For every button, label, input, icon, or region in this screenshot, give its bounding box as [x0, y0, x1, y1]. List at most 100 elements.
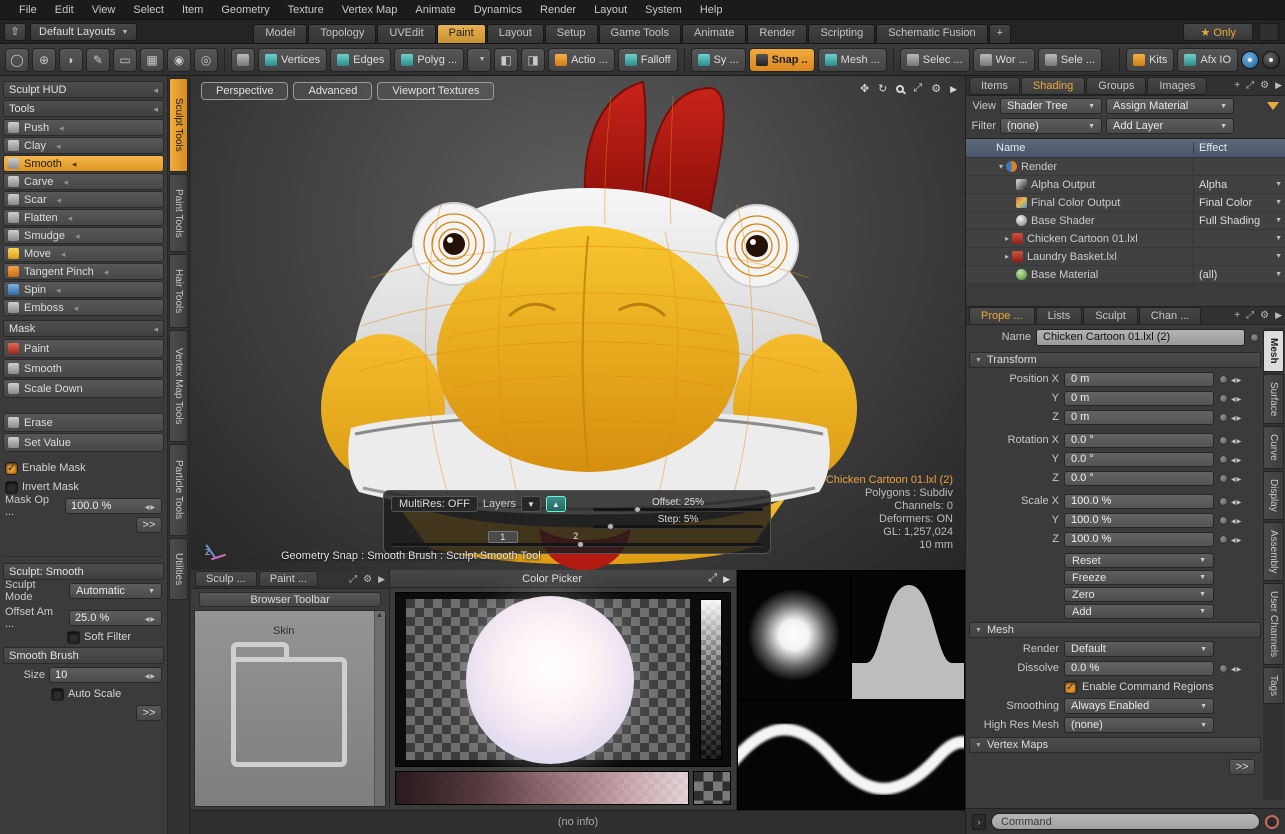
add-layer-dropdown[interactable]: Add Layer: [1106, 118, 1234, 134]
offset-slider[interactable]: Offset: 25%: [593, 497, 763, 512]
color-wheel[interactable]: [466, 596, 634, 764]
expander-icon[interactable]: ▸: [1002, 234, 1012, 243]
preset-browser[interactable]: Skin: [194, 610, 386, 807]
scale-x-field[interactable]: 100.0 %: [1064, 494, 1214, 509]
position-x-field[interactable]: 0 m: [1064, 372, 1214, 387]
item-mode-icon-1[interactable]: ◧: [494, 48, 518, 72]
menu-view[interactable]: View: [83, 2, 125, 18]
mask-paint[interactable]: Paint: [3, 339, 164, 358]
tree-row-base-shader[interactable]: Base Shader Full Shading▼: [966, 212, 1285, 230]
brush-profile-preview[interactable]: [851, 570, 965, 700]
pan-icon[interactable]: [860, 82, 869, 95]
mask-scale-down[interactable]: Scale Down: [3, 379, 164, 398]
settings-icon[interactable]: [1260, 80, 1269, 91]
multires-level-slider[interactable]: 1 2: [391, 531, 763, 548]
sculpt-hud-header[interactable]: Sculpt HUD: [3, 81, 164, 98]
effect-dropdown-icon[interactable]: ▼: [1275, 217, 1282, 224]
vertex-maps-section-header[interactable]: Vertex Maps: [969, 737, 1261, 753]
tab-channels[interactable]: Chan ...: [1139, 307, 1202, 325]
color-wheel-area[interactable]: [395, 592, 731, 767]
afx-io-button[interactable]: Afx IO: [1177, 48, 1238, 72]
filter-dropdown[interactable]: (none): [1000, 118, 1102, 134]
vertices-mode-button[interactable]: Vertices: [258, 48, 327, 72]
layer-down-button[interactable]: ▼: [521, 496, 541, 512]
tree-row-alpha-output[interactable]: Alpha Output Alpha▼: [966, 176, 1285, 194]
tab-sculpt-browser[interactable]: Sculp ...: [195, 571, 257, 587]
panel-menu-icon[interactable]: [1275, 80, 1282, 91]
maximize-icon[interactable]: [913, 82, 922, 95]
panel-menu-icon[interactable]: [1275, 310, 1282, 321]
browser-toolbar-button[interactable]: Browser Toolbar: [199, 592, 381, 607]
tab-sculpt-tools[interactable]: Sculpt Tools: [169, 78, 188, 172]
channel-knob-icon[interactable]: [1219, 375, 1228, 384]
spinner-icon[interactable]: [145, 500, 156, 512]
rotation-x-field[interactable]: 0.0 °: [1064, 433, 1214, 448]
reset-button[interactable]: Reset: [1064, 553, 1214, 568]
swatch-checker[interactable]: [693, 771, 731, 805]
tab-render[interactable]: Render: [747, 24, 807, 43]
brush-stroke-preview[interactable]: [737, 700, 965, 810]
enable-command-regions-checkbox[interactable]: [1064, 681, 1077, 694]
effect-dropdown-icon[interactable]: ▼: [1275, 181, 1282, 188]
tab-viewport-textures[interactable]: Viewport Textures: [377, 82, 494, 100]
tab-paint-browser[interactable]: Paint ...: [259, 571, 318, 587]
tree-row-laundry-basket[interactable]: ▸ Laundry Basket.lxl ▼: [966, 248, 1285, 266]
tool-scar[interactable]: Scar: [3, 191, 164, 208]
panel-menu-icon[interactable]: [723, 573, 730, 585]
menu-vertex-map[interactable]: Vertex Map: [333, 2, 407, 18]
viewport-settings-icon[interactable]: [931, 82, 941, 95]
mask-header[interactable]: Mask: [3, 320, 164, 337]
channel-knob-icon[interactable]: [1219, 535, 1228, 544]
mesh-constraint-button[interactable]: Mesh ...: [818, 48, 887, 72]
grid-select-icon[interactable]: ▦: [140, 48, 164, 72]
tab-tags[interactable]: Tags: [1263, 667, 1284, 704]
tree-row-render[interactable]: ▾ Render: [966, 158, 1285, 176]
input-device-icon-2[interactable]: [1262, 51, 1280, 69]
mask-op-field[interactable]: 100.0 %: [65, 498, 162, 514]
selection-set-button[interactable]: Selec ...: [900, 48, 970, 72]
tab-model[interactable]: Model: [253, 24, 307, 43]
expand-icon[interactable]: [1246, 310, 1254, 321]
macro-record-button[interactable]: [1265, 815, 1279, 829]
menu-animate[interactable]: Animate: [406, 2, 464, 18]
offset-slider-handle[interactable]: [634, 506, 641, 513]
view-mode-dropdown[interactable]: Shader Tree: [1000, 98, 1102, 114]
tab-schematic-fusion[interactable]: Schematic Fusion: [876, 24, 987, 43]
falloff-button[interactable]: Falloff: [618, 48, 678, 72]
filter-funnel-icon[interactable]: [1267, 102, 1279, 110]
input-device-icon-1[interactable]: [1241, 51, 1259, 69]
brush-falloff-preview[interactable]: [737, 570, 851, 700]
scale-z-field[interactable]: 100.0 %: [1064, 532, 1214, 547]
tool-spin[interactable]: Spin: [3, 281, 164, 298]
menu-texture[interactable]: Texture: [279, 2, 333, 18]
ellipse-select-icon[interactable]: ◯: [5, 48, 29, 72]
menu-select[interactable]: Select: [124, 2, 173, 18]
symmetry-button[interactable]: Sy ...: [691, 48, 746, 72]
brush-size-field[interactable]: 10: [49, 667, 162, 683]
tab-hair-tools[interactable]: Hair Tools: [169, 254, 188, 328]
channel-knob-icon[interactable]: [1219, 436, 1228, 445]
scale-y-field[interactable]: 100.0 %: [1064, 513, 1214, 528]
starred-only-button[interactable]: ★ Only: [1183, 23, 1253, 41]
tool-flatten[interactable]: Flatten: [3, 209, 164, 226]
expander-icon[interactable]: ▾: [996, 162, 1006, 171]
viewport-3d[interactable]: Perspective Advanced Viewport Textures C…: [191, 76, 965, 570]
brush-more-button[interactable]: >>: [136, 705, 162, 721]
transform-section-header[interactable]: Transform: [969, 352, 1261, 368]
mask-more-button[interactable]: >>: [136, 517, 162, 533]
channel-knob-icon[interactable]: [1219, 664, 1228, 673]
channel-knob-icon[interactable]: [1219, 474, 1228, 483]
viewport-menu-icon[interactable]: [950, 83, 957, 95]
default-layouts-dropdown[interactable]: Default Layouts: [30, 23, 137, 41]
channel-knob-icon[interactable]: [1219, 516, 1228, 525]
work-plane-button[interactable]: Wor ...: [973, 48, 1035, 72]
channel-knob-icon[interactable]: [1219, 394, 1228, 403]
rect-select-icon[interactable]: ▭: [113, 48, 137, 72]
tab-layout[interactable]: Layout: [487, 24, 544, 43]
tools-header[interactable]: Tools: [3, 100, 164, 117]
expander-icon[interactable]: ▸: [1002, 252, 1012, 261]
offset-amount-field[interactable]: 25.0 %: [69, 610, 162, 626]
tab-mesh[interactable]: Mesh: [1263, 330, 1284, 372]
invert-mask-checkbox[interactable]: [5, 481, 18, 494]
pen-select-icon[interactable]: ✎: [86, 48, 110, 72]
